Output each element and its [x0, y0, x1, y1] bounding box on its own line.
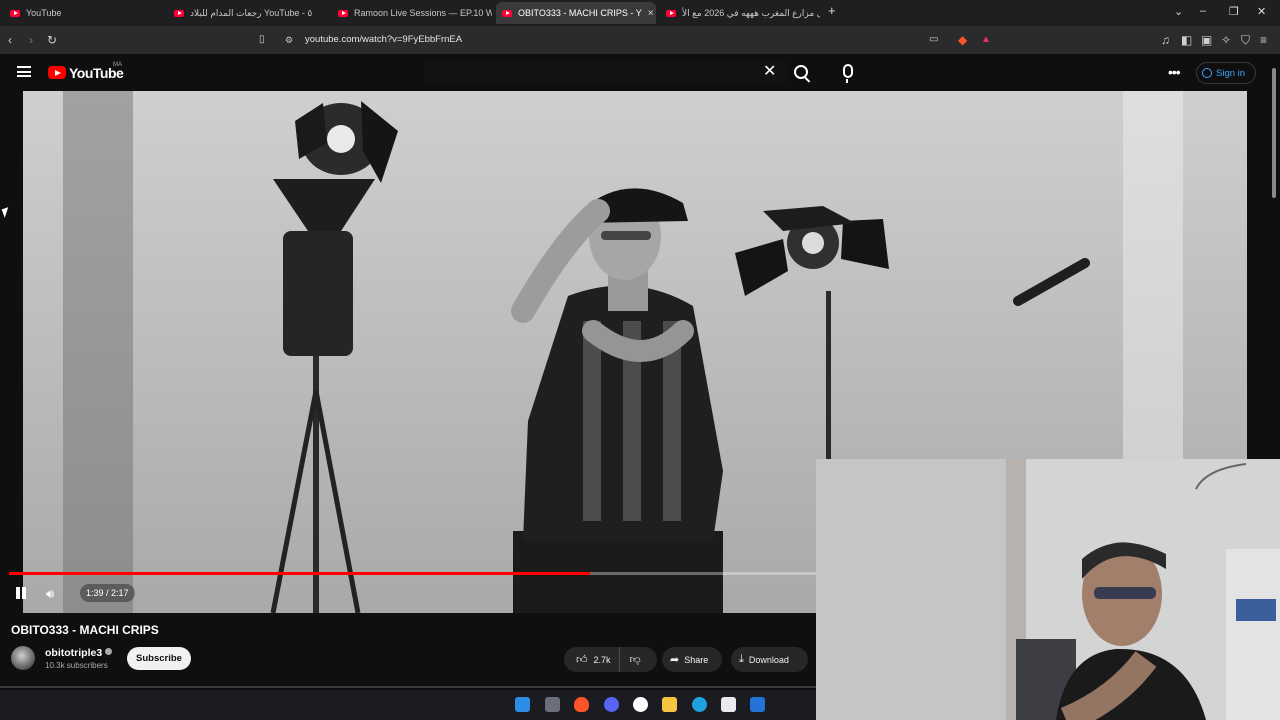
pause-icon[interactable]	[15, 587, 27, 599]
reload-icon[interactable]: ↻	[47, 32, 57, 48]
webcam-overlay	[816, 459, 1280, 720]
browser-tab-2[interactable]: رجعات المدام للبلاد YouTube - ٥	[168, 2, 328, 24]
channel-name[interactable]: obitotriple3	[45, 647, 102, 659]
page-scrollbar[interactable]	[1272, 68, 1276, 198]
subscriber-count: 10.3k subscribers	[45, 661, 108, 670]
tab-search-chevron-icon[interactable]: ⌄	[1174, 5, 1183, 18]
media-icon[interactable]: ♫	[1161, 32, 1170, 48]
browser-toolbar: ‹ › ↻ ▯ ⚙ youtube.com/watch?v=9FyEbbFrnE…	[0, 26, 1280, 54]
country-code: MA	[113, 62, 122, 68]
share-label: Share	[684, 654, 709, 665]
vpn-icon[interactable]: ⛉	[1241, 32, 1250, 48]
site-settings-icon[interactable]: ⚙	[285, 32, 293, 48]
minimize-icon[interactable]: –	[1200, 5, 1206, 17]
browser-tab-active[interactable]: OBITO333 - MACHI CRIPS - Y ×	[496, 2, 656, 24]
tab-title: OBITO333 - MACHI CRIPS - Y	[518, 8, 642, 18]
cast-icon[interactable]: ▭	[929, 32, 938, 48]
like-button[interactable]: 👍︎ 2.7k	[564, 647, 620, 672]
channel-name-row[interactable]: obitotriple3	[45, 647, 113, 659]
browser-tab-youtube[interactable]: YouTube	[4, 2, 164, 24]
thumbs-down-icon: 👎︎	[629, 654, 641, 666]
clear-search-icon[interactable]: ✕	[763, 63, 776, 81]
sign-in-button[interactable]: Sign in	[1196, 62, 1256, 84]
youtube-logo-icon[interactable]	[48, 66, 66, 79]
tab-title: اجمل مزارع المغرب هههه في 2026 مع الأ	[682, 7, 820, 18]
tab-title: Ramoon Live Sessions — EP.10 W/ ©	[354, 8, 492, 18]
thumbs-up-icon: 👍︎	[576, 654, 588, 666]
youtube-favicon-icon	[502, 9, 512, 17]
progress-bar-fill	[9, 572, 591, 575]
back-arrow-icon[interactable]: ‹	[8, 32, 12, 48]
youtube-masthead: YouTube MA obito ✕ ••• Sign in	[0, 54, 1280, 133]
leo-icon[interactable]: ✧	[1221, 32, 1231, 48]
menu-icon[interactable]: ≡	[1260, 32, 1267, 48]
tab-close-icon[interactable]: ×	[648, 8, 654, 19]
more-options-icon[interactable]: •••	[1168, 64, 1181, 80]
download-icon: ⤓	[739, 653, 744, 665]
close-window-icon[interactable]: ✕	[1257, 5, 1266, 18]
youtube-favicon-icon	[338, 9, 348, 17]
download-button[interactable]: ⤓ Download	[731, 647, 808, 672]
address-bar[interactable]: youtube.com/watch?v=9FyEbbFrnEA	[305, 34, 462, 45]
channel-avatar[interactable]	[11, 646, 35, 670]
file-explorer-icon[interactable]	[662, 697, 677, 712]
progress-bar[interactable]	[9, 572, 816, 575]
bookmark-icon[interactable]: ▯	[259, 32, 265, 48]
dislike-button[interactable]: 👎︎	[620, 653, 651, 666]
like-count: 2.7k	[593, 654, 611, 665]
browser-tab-strip: YouTube رجعات المدام للبلاد YouTube - ٥ …	[0, 0, 1280, 26]
mouse-cursor-icon	[1, 207, 12, 218]
download-label: Download	[748, 654, 789, 665]
forward-arrow-icon[interactable]: ›	[29, 32, 33, 48]
tab-title: رجعات المدام للبلاد YouTube - ٥	[190, 7, 313, 18]
sign-in-label: Sign in	[1216, 67, 1246, 79]
microphone-icon[interactable]	[843, 64, 853, 83]
account-icon	[1202, 68, 1212, 78]
youtube-favicon-icon	[10, 9, 20, 17]
share-icon: ➦	[670, 654, 680, 666]
wallet-icon[interactable]: ▣	[1201, 32, 1212, 48]
windows-start-icon[interactable]	[515, 697, 530, 712]
outlook-icon[interactable]	[750, 697, 765, 712]
verified-badge-icon	[105, 648, 113, 655]
webcam-feed	[816, 459, 1280, 720]
video-title: OBITO333 - MACHI CRIPS	[11, 623, 159, 637]
restore-icon[interactable]: ❐	[1229, 5, 1239, 18]
share-button[interactable]: ➦ Share	[662, 647, 722, 672]
guide-menu-icon[interactable]	[17, 66, 31, 77]
edge-icon[interactable]	[692, 697, 707, 712]
search-box[interactable]	[424, 60, 788, 84]
divider	[0, 686, 816, 688]
time-display: 1:39 / 2:17	[80, 584, 135, 602]
task-view-icon[interactable]	[545, 697, 560, 712]
like-dislike-group: 👍︎ 2.7k 👎︎	[564, 647, 657, 672]
store-icon[interactable]	[721, 697, 736, 712]
youtube-favicon-icon	[666, 9, 676, 17]
browser-tab-5[interactable]: اجمل مزارع المغرب هههه في 2026 مع الأ	[660, 2, 820, 24]
volume-icon[interactable]: 🔊︎	[46, 586, 54, 602]
sidebar-icon[interactable]: ◧	[1181, 32, 1192, 48]
youtube-favicon-icon	[174, 9, 184, 17]
browser-tab-3[interactable]: Ramoon Live Sessions — EP.10 W/ ©	[332, 2, 492, 24]
discord-icon[interactable]	[604, 697, 619, 712]
new-tab-button[interactable]: +	[828, 3, 836, 18]
brave-browser-icon[interactable]	[574, 697, 589, 712]
brave-shields-icon[interactable]: ◆	[958, 32, 967, 48]
search-icon[interactable]	[794, 65, 808, 79]
subscribe-button[interactable]: Subscribe	[127, 647, 191, 670]
tab-title: YouTube	[26, 8, 62, 18]
brave-rewards-icon[interactable]: ▲	[981, 32, 991, 48]
chrome-icon[interactable]	[633, 697, 648, 712]
